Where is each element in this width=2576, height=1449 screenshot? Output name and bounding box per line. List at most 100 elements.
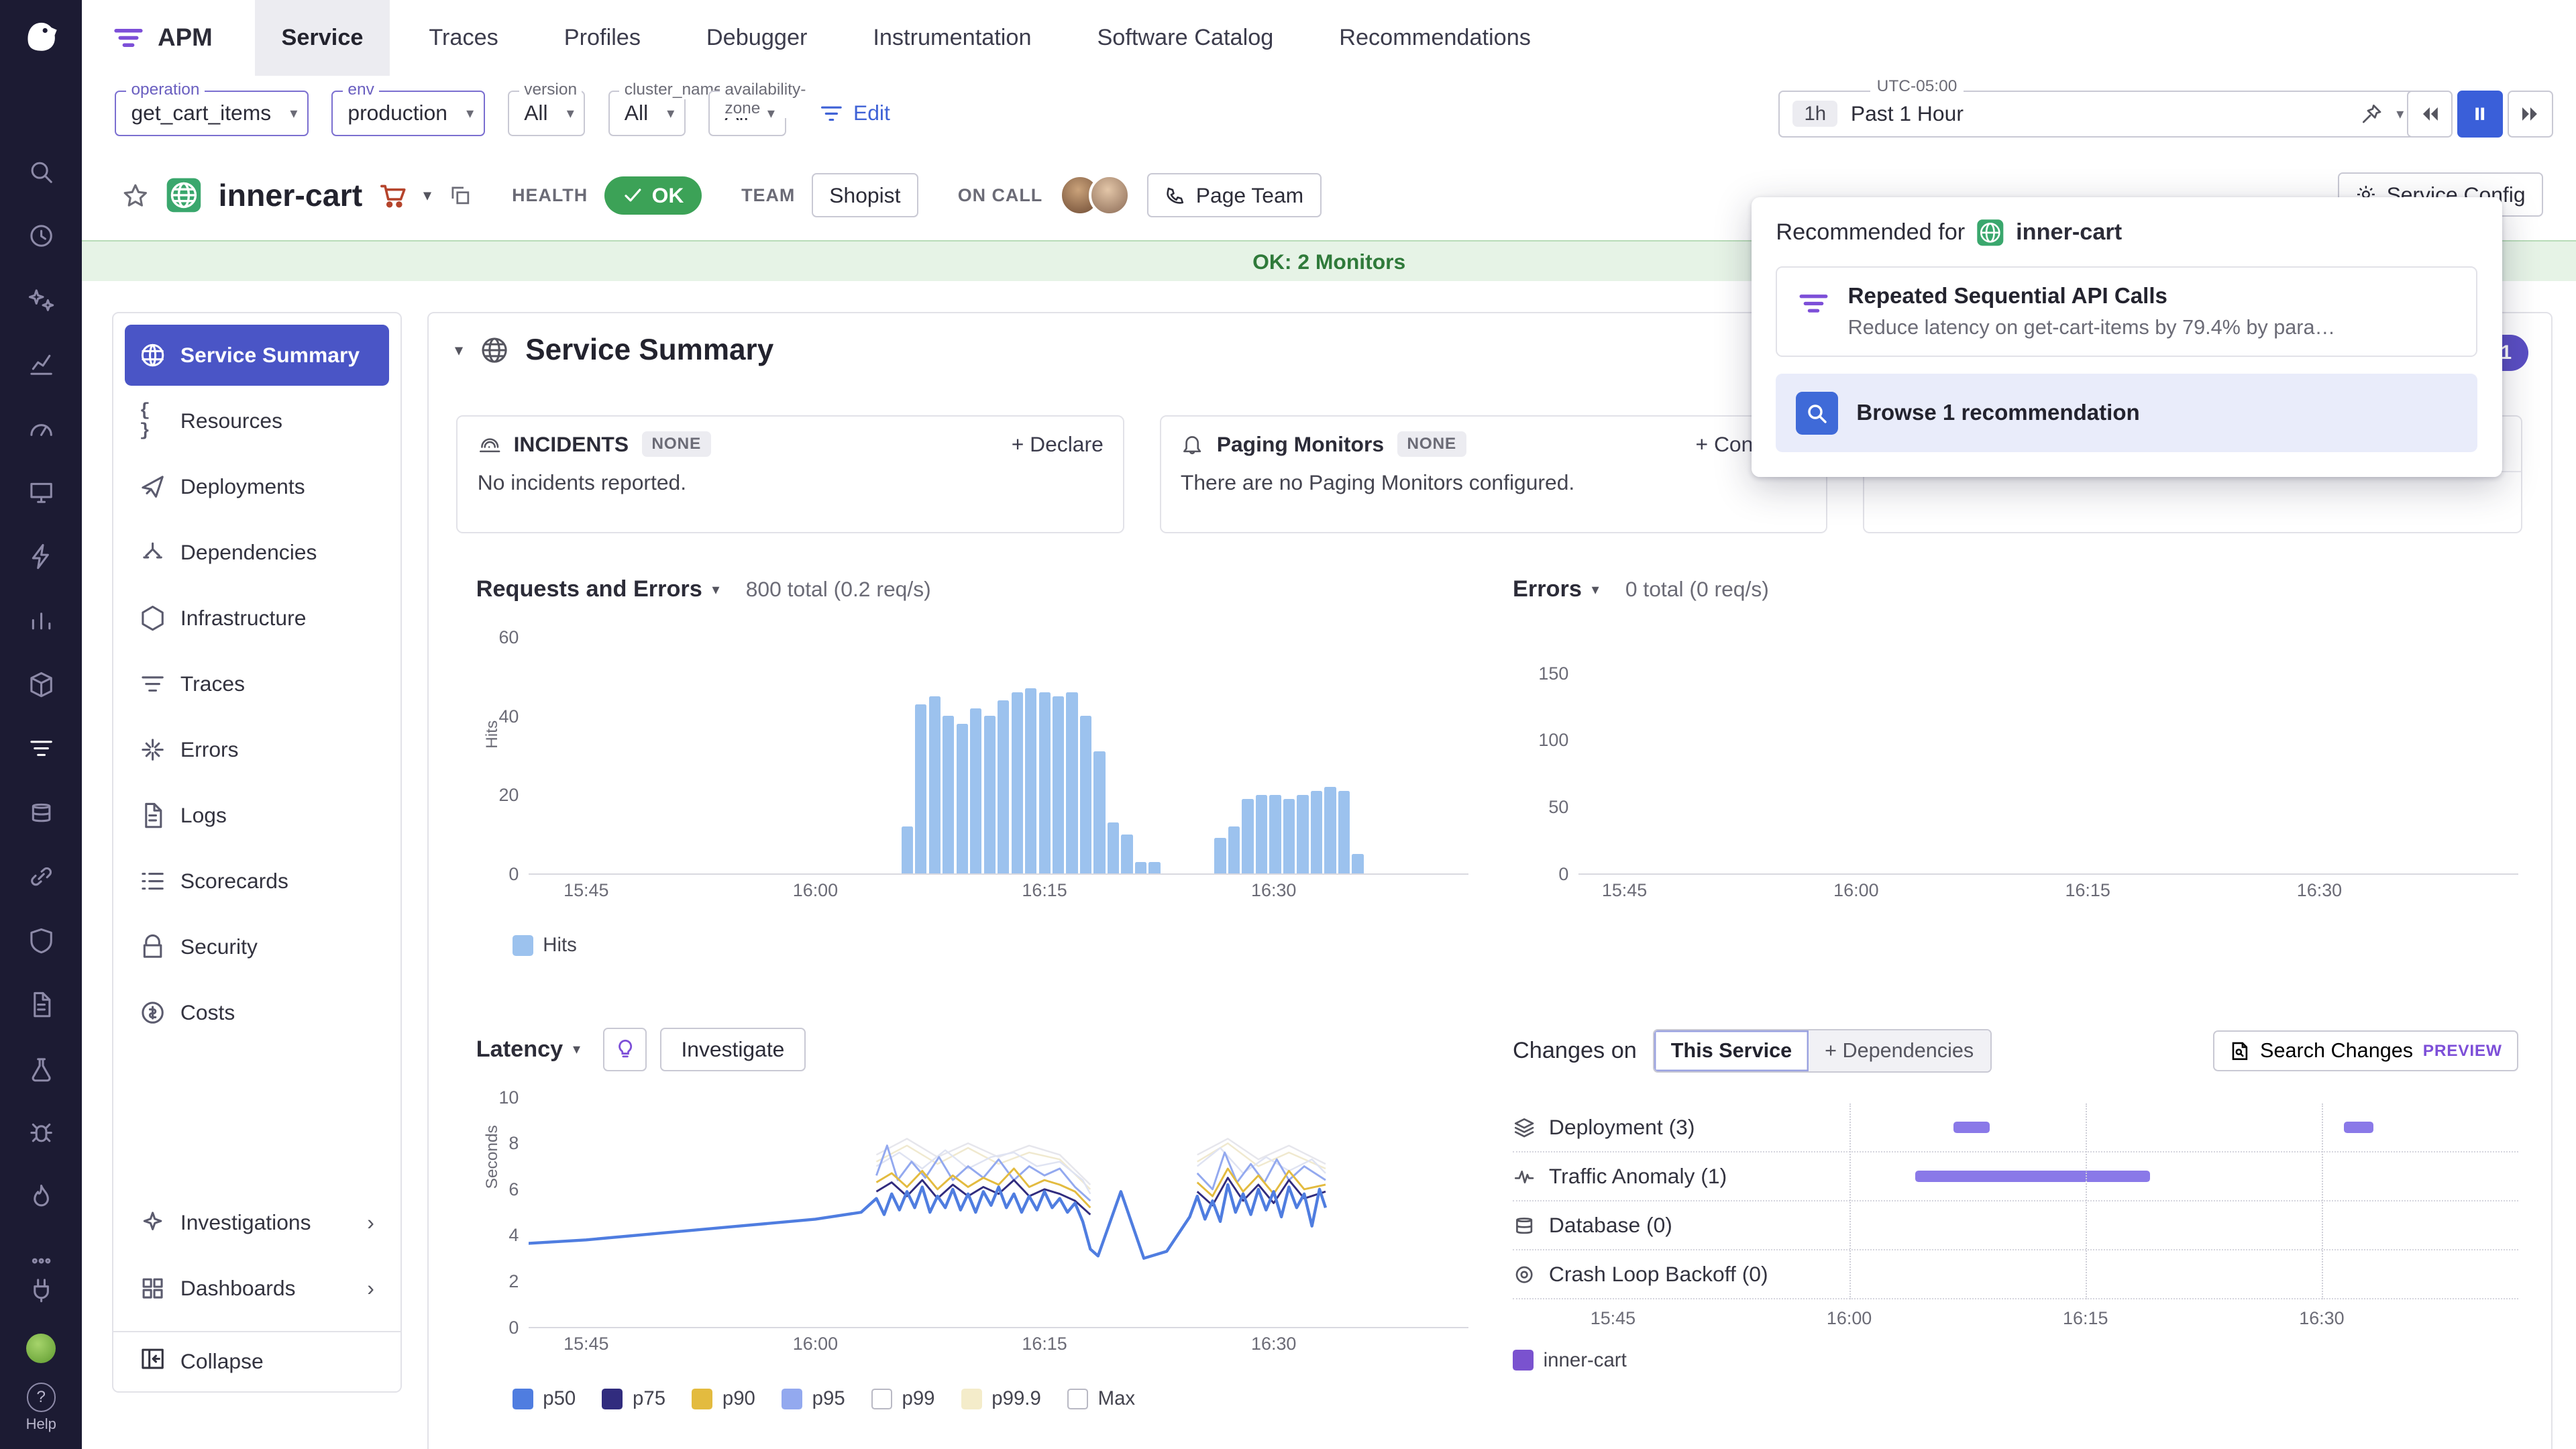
section-collapse-chevron[interactable]: ▾ (455, 340, 463, 360)
legend-item[interactable]: Hits (513, 934, 577, 957)
events-icon[interactable] (19, 537, 62, 580)
legend-item[interactable]: p99.9 (961, 1387, 1041, 1410)
operation[interactable]: operation get_cart_items ▾ (115, 91, 309, 136)
logs[interactable]: Logs (125, 785, 389, 846)
watchdog-icon[interactable] (19, 281, 62, 324)
availability-zone[interactable]: availability-zone All ▾ (708, 91, 786, 136)
help-button[interactable]: ? Help (26, 1383, 56, 1432)
security[interactable]: Security (125, 916, 389, 977)
latency-plot-area[interactable]: 0246810 (529, 1087, 1468, 1329)
scorecards[interactable]: Scorecards (125, 851, 389, 912)
search-changes-button[interactable]: Search Changes PREVIEW (2213, 1030, 2518, 1071)
cluster-name[interactable]: cluster_name All ▾ (608, 91, 686, 136)
user-avatar[interactable] (26, 1334, 56, 1363)
dashboards[interactable]: Dashboards › (125, 1258, 389, 1319)
apm-brand: APM (112, 21, 213, 54)
recommendation-item[interactable]: Repeated Sequential API Calls Reduce lat… (1776, 266, 2477, 358)
series-p99.9 (877, 1145, 1091, 1189)
sidebar-collapse-button[interactable]: Collapse (113, 1331, 401, 1391)
investigate-button[interactable]: Investigate (660, 1028, 806, 1071)
search-icon[interactable] (19, 153, 62, 196)
requests-plot-area[interactable]: 0204060 (529, 624, 1468, 875)
copy-icon[interactable] (448, 183, 473, 208)
errors-chart-title[interactable]: Errors (1513, 576, 1582, 602)
profiling-icon[interactable] (19, 1178, 62, 1221)
datadog-logo[interactable] (19, 13, 62, 62)
history-icon[interactable] (19, 217, 62, 260)
containers-icon[interactable] (19, 665, 62, 708)
x-tick-label: 16:15 (1022, 1334, 1067, 1354)
traces[interactable]: Traces (125, 653, 389, 714)
topnav-tab[interactable]: Debugger (680, 0, 834, 76)
time-range-selector[interactable]: 1h Past 1 Hour ▾ (1778, 91, 2418, 138)
change-row-deployment-3-[interactable]: Deployment (3) (1513, 1104, 2518, 1152)
topnav-tab[interactable]: Traces (402, 0, 525, 76)
requests-chart-title[interactable]: Requests and Errors (476, 576, 702, 602)
pause-button[interactable] (2457, 91, 2503, 138)
page-team-button[interactable]: Page Team (1147, 173, 1322, 217)
integrations-icon[interactable] (19, 858, 62, 901)
topnav-tab[interactable]: Instrumentation (847, 0, 1058, 76)
legend-item[interactable]: p75 (602, 1387, 665, 1410)
infrastructure-icon[interactable] (19, 474, 62, 517)
costs[interactable]: Costs (125, 982, 389, 1043)
metrics-icon[interactable] (19, 345, 62, 388)
legend-item[interactable]: p95 (782, 1387, 845, 1410)
favorite-star-icon[interactable] (121, 182, 150, 210)
security-icon[interactable] (19, 922, 62, 965)
infrastructure[interactable]: Infrastructure (125, 588, 389, 649)
service-chevron-icon[interactable]: ▾ (423, 185, 431, 205)
this-service-toggle[interactable]: This Service (1654, 1030, 1808, 1071)
dashboards-icon[interactable] (19, 409, 62, 452)
errors[interactable]: Errors (125, 719, 389, 780)
service-map-icon[interactable] (19, 602, 62, 645)
sidebar-item-label: Costs (180, 1000, 235, 1025)
declare-incident-button[interactable]: + Declare (1012, 432, 1104, 457)
x-tick-label: 16:00 (1827, 1308, 1872, 1329)
time-forward-button[interactable] (2508, 91, 2553, 138)
legend-item[interactable]: p90 (692, 1387, 755, 1410)
change-event-bar[interactable] (1953, 1122, 1990, 1133)
version[interactable]: version All ▾ (508, 91, 585, 136)
topnav-tab[interactable]: Service (255, 0, 389, 76)
dependencies[interactable]: Dependencies (125, 522, 389, 583)
investigations[interactable]: Investigations › (125, 1192, 389, 1253)
legend-item[interactable]: p99 (871, 1387, 935, 1410)
env[interactable]: env production ▾ (331, 91, 485, 136)
deployments[interactable]: Deployments (125, 456, 389, 517)
oncall-avatars[interactable] (1059, 174, 1131, 216)
latency-insight-bulb-button[interactable] (603, 1028, 647, 1071)
logs-icon[interactable] (19, 986, 62, 1029)
resources[interactable]: { } Resources (125, 390, 389, 451)
legend-item[interactable]: Max (1067, 1387, 1135, 1410)
topnav-tab[interactable]: Recommendations (1313, 0, 1557, 76)
apm-icon[interactable] (19, 730, 62, 773)
legend-item[interactable]: p50 (513, 1387, 576, 1410)
dependencies-toggle[interactable]: + Dependencies (1809, 1030, 1990, 1071)
pin-icon[interactable] (2360, 103, 2383, 125)
change-event-bar[interactable] (1915, 1171, 2150, 1182)
team-button[interactable]: Shopist (812, 173, 918, 217)
errors-plot-area[interactable]: 050100150 (1578, 624, 2518, 875)
topnav-tab[interactable]: Profiles (538, 0, 667, 76)
plug-icon[interactable] (19, 1271, 62, 1314)
legend-item[interactable]: inner-cart (1513, 1349, 1627, 1372)
service-summary[interactable]: Service Summary (125, 325, 389, 386)
change-row-traffic-anomaly-1-[interactable]: Traffic Anomaly (1) (1513, 1152, 2518, 1201)
change-row-database-0-[interactable]: Database (0) (1513, 1201, 2518, 1250)
synthetics-icon[interactable] (19, 1050, 62, 1093)
sidebar-item-label: Deployments (180, 474, 305, 499)
browse-recommendations-button[interactable]: Browse 1 recommendation (1776, 374, 2477, 453)
error-tracking-icon[interactable] (19, 1114, 62, 1157)
edit-filters-button[interactable]: Edit (819, 101, 890, 125)
hits-bar (1053, 696, 1064, 873)
change-event-bar[interactable] (2344, 1122, 2374, 1133)
health-status-badge[interactable]: OK (604, 176, 702, 214)
sidebar-item-icon (140, 802, 166, 828)
change-row-crash-loop-backoff-0-[interactable]: Crash Loop Backoff (0) (1513, 1250, 2518, 1299)
databases-icon[interactable] (19, 794, 62, 837)
team-label: TEAM (741, 185, 795, 206)
latency-chart-title[interactable]: Latency (476, 1036, 564, 1063)
time-back-button[interactable] (2407, 91, 2453, 138)
topnav-tab[interactable]: Software Catalog (1071, 0, 1299, 76)
